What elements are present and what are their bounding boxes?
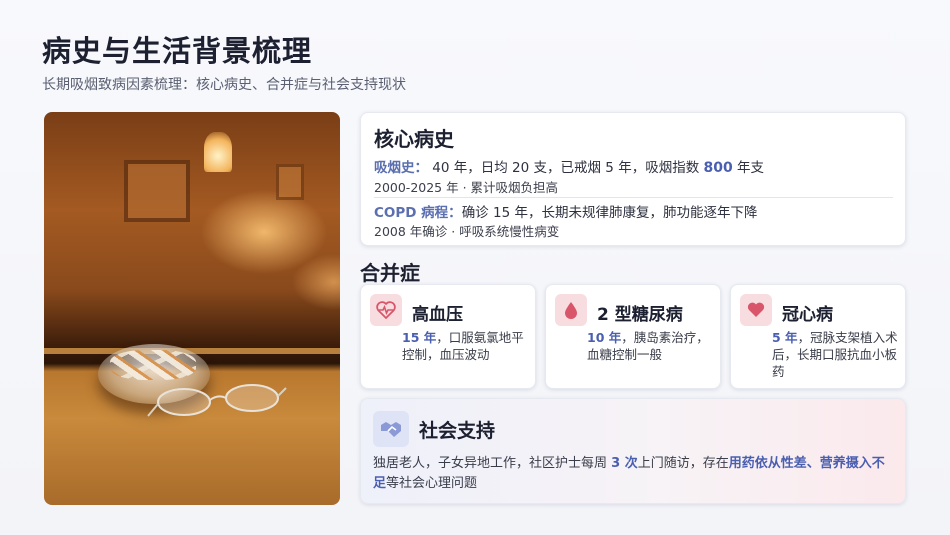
heartbeat-icon xyxy=(370,294,402,326)
wall-frame-shape xyxy=(124,160,190,222)
social-text-c: 等社会心理问题 xyxy=(386,476,478,491)
handshake-icon xyxy=(373,411,409,447)
lamp-shape xyxy=(204,132,232,172)
copd-text: 确诊 15 年，长期未规律肺康复，肺功能逐年下降 xyxy=(461,205,758,221)
copd-row: COPD 病程：确诊 15 年，长期未规律肺康复，肺功能逐年下降 xyxy=(374,201,757,221)
glasses-shape xyxy=(147,384,287,417)
comorbidity-card-diabetes: 2 型糖尿病 10 年，胰岛素治疗，血糖控制一般 xyxy=(545,284,721,389)
copd-label: COPD 病程： xyxy=(374,205,462,221)
wall-frame-small-shape xyxy=(276,164,304,200)
comorbidity-desc: 5 年，冠脉支架植入术后，长期口服抗血小板药 xyxy=(772,329,900,380)
comorbidity-title: 2 型糖尿病 xyxy=(597,305,683,325)
social-text-b: 上门随访，存在 xyxy=(637,456,729,471)
comorbidity-years: 5 年 xyxy=(772,330,798,345)
copd-note: 2008 年确诊 · 呼吸系统慢性病变 xyxy=(374,224,560,239)
comorbidity-years: 15 年 xyxy=(402,330,437,345)
smoking-index-value: 800 xyxy=(703,160,733,176)
comorbidity-heading: 合并症 xyxy=(360,261,420,285)
comorbidity-title: 冠心病 xyxy=(782,305,833,325)
smoking-history-note: 2000-2025 年 · 累计吸烟负担高 xyxy=(374,180,559,195)
smoking-history-label: 吸烟史： xyxy=(374,160,428,176)
smoking-history-row: 吸烟史： 40 年，日均 20 支，已戒烟 5 年，吸烟指数 800 年支 xyxy=(374,156,764,176)
visit-frequency: 3 次 xyxy=(611,456,638,471)
social-text-a: 独居老人，子女异地工作，社区护士每周 xyxy=(373,456,612,471)
cigarette-butts-shape xyxy=(110,350,196,380)
comorbidity-title: 高血压 xyxy=(412,305,463,325)
ashtray-photo xyxy=(44,112,340,505)
drop-icon xyxy=(555,294,587,326)
slide: 病史与生活背景梳理 长期吸烟致病因素梳理：核心病史、合并症与社会支持现状 核心病… xyxy=(0,0,950,535)
comorbidity-card-hypertension: 高血压 15 年，口服氨氯地平控制，血压波动 xyxy=(360,284,536,389)
page-title: 病史与生活背景梳理 xyxy=(42,34,313,68)
smoking-history-text: 40 年，日均 20 支，已戒烟 5 年，吸烟指数 xyxy=(428,160,704,176)
core-history-card: 核心病史 吸烟史： 40 年，日均 20 支，已戒烟 5 年，吸烟指数 800 … xyxy=(360,112,906,246)
comorbidity-desc: 10 年，胰岛素治疗，血糖控制一般 xyxy=(587,329,715,363)
divider xyxy=(374,197,893,198)
core-history-heading: 核心病史 xyxy=(374,127,454,151)
page-subtitle: 长期吸烟致病因素梳理：核心病史、合并症与社会支持现状 xyxy=(42,77,406,93)
comorbidity-card-coronary: 冠心病 5 年，冠脉支架植入术后，长期口服抗血小板药 xyxy=(730,284,906,389)
social-support-card: 社会支持 独居老人，子女异地工作，社区护士每周 3 次上门随访，存在用药依从性差… xyxy=(360,398,906,504)
comorbidity-years: 10 年 xyxy=(587,330,622,345)
heart-icon xyxy=(740,294,772,326)
smoking-index-unit: 年支 xyxy=(732,160,765,176)
social-support-text: 独居老人，子女异地工作，社区护士每周 3 次上门随访，存在用药依从性差、营养摄入… xyxy=(373,454,897,494)
social-support-heading: 社会支持 xyxy=(419,420,496,442)
comorbidity-desc: 15 年，口服氨氯地平控制，血压波动 xyxy=(402,329,530,363)
